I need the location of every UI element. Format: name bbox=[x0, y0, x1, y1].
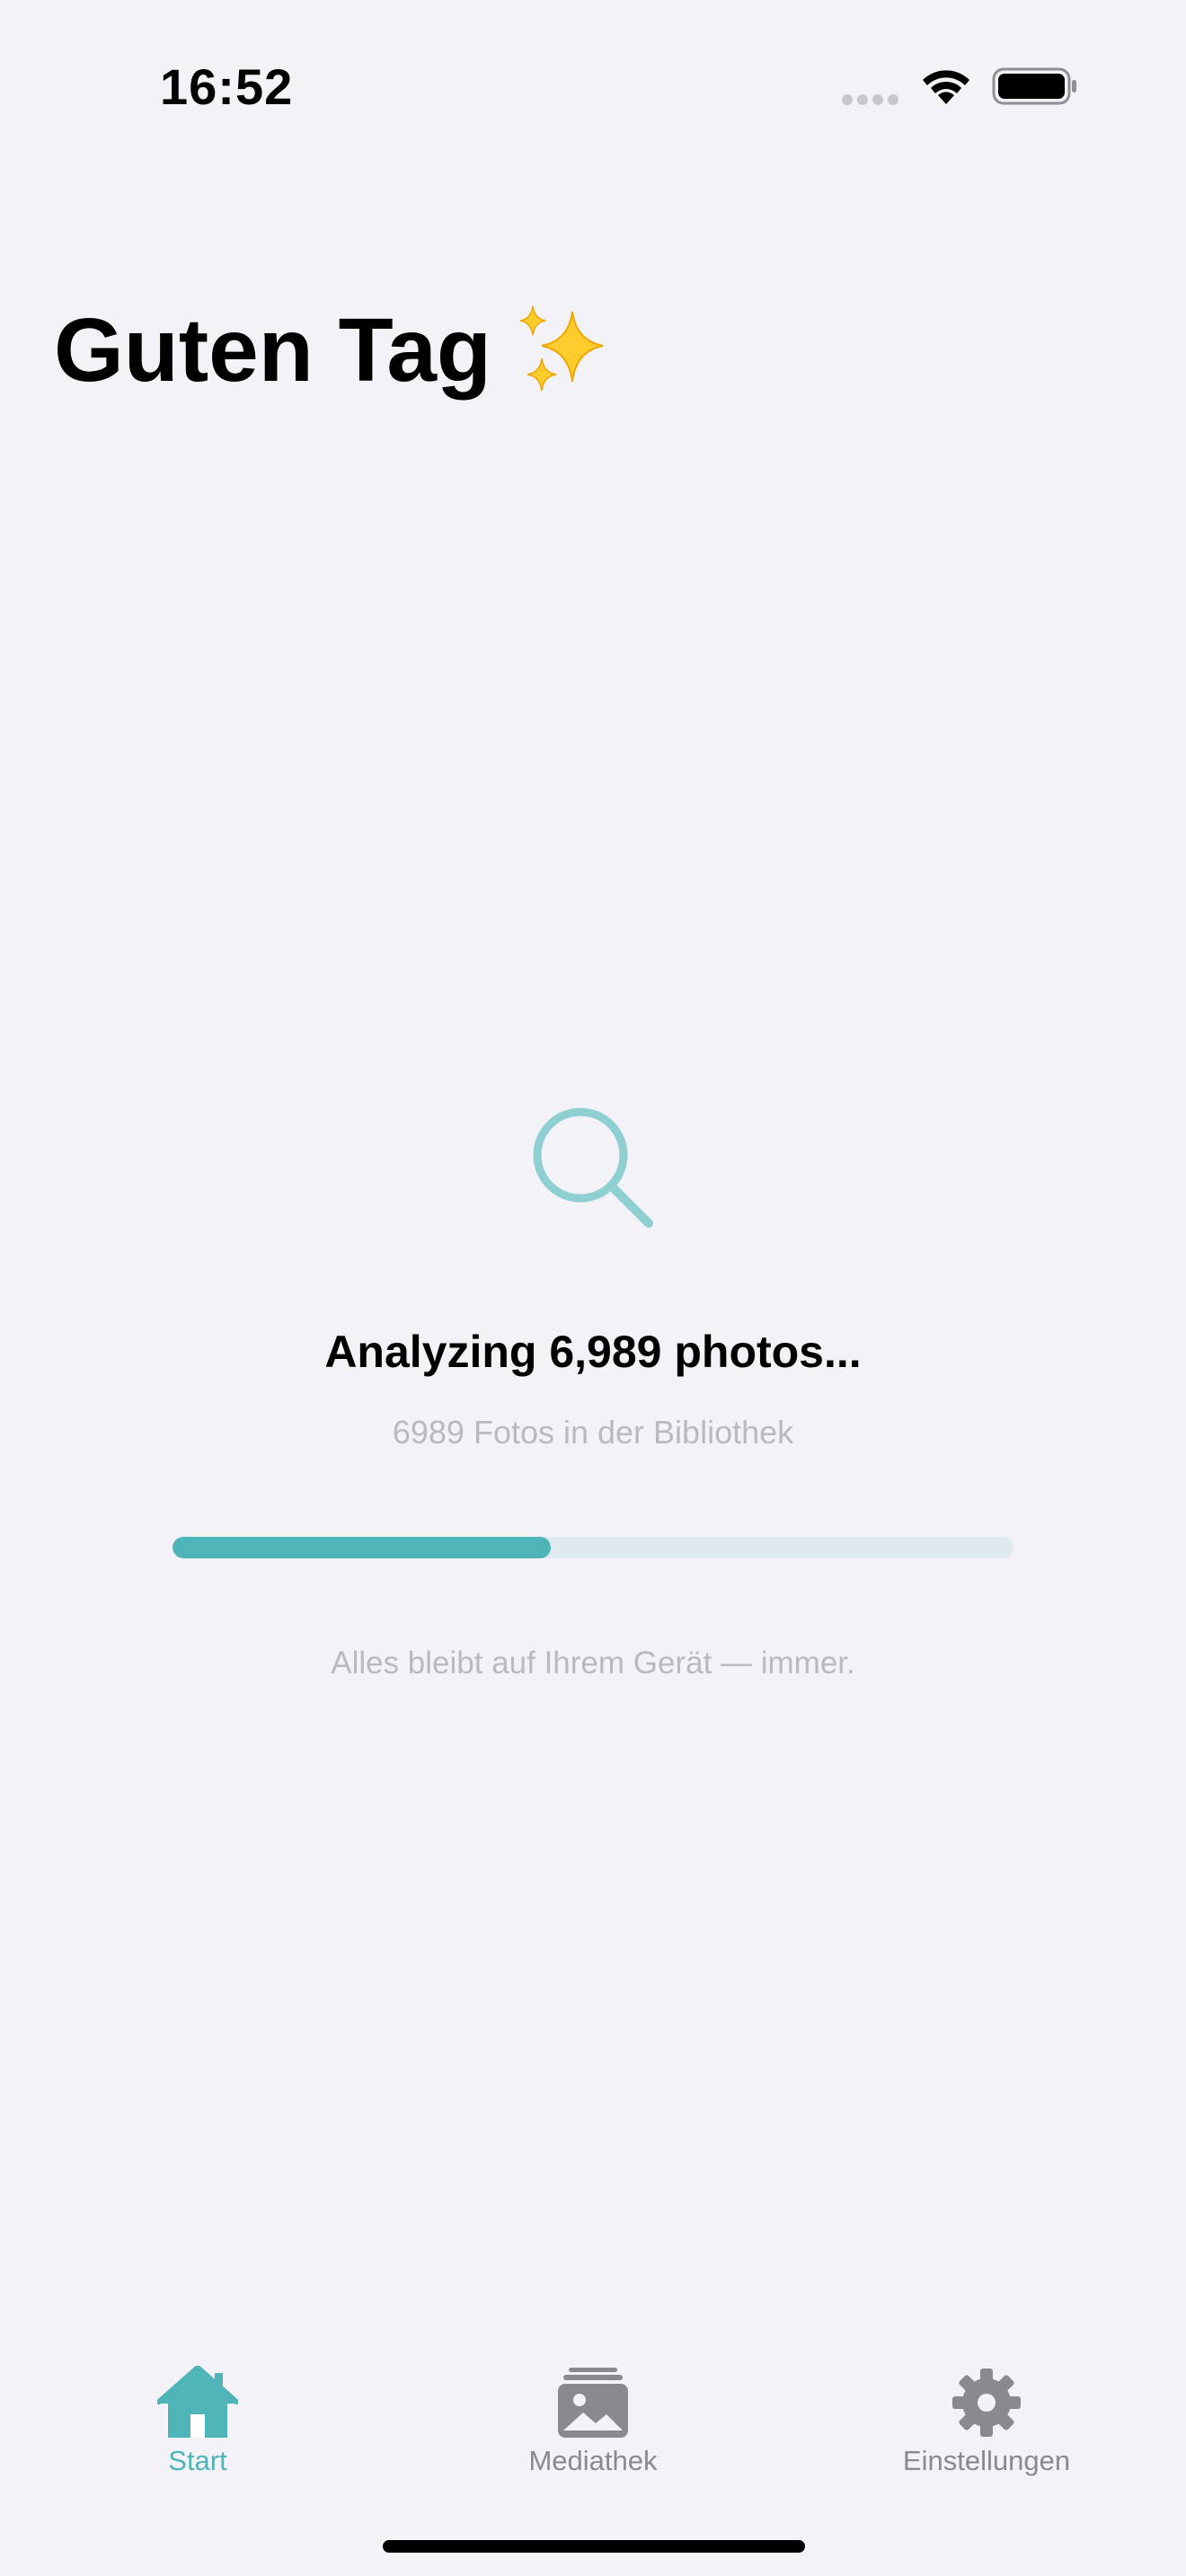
tab-mediathek-label: Mediathek bbox=[528, 2445, 658, 2476]
tab-einstellungen-label: Einstellungen bbox=[902, 2445, 1071, 2476]
gear-icon bbox=[952, 2369, 1021, 2437]
wifi-icon bbox=[923, 70, 969, 104]
tab-mediathek[interactable]: Mediathek bbox=[458, 2353, 728, 2488]
page-title-text: Guten Tag bbox=[54, 300, 492, 401]
tab-start-label: Start bbox=[168, 2445, 227, 2476]
analysis-title: Analyzing 6,989 photos... bbox=[324, 1327, 862, 1377]
privacy-note: Alles bleibt auf Ihrem Gerät — immer. bbox=[331, 1645, 855, 1681]
page-title: Guten Tag bbox=[54, 296, 612, 404]
tab-einstellungen[interactable]: Einstellungen bbox=[852, 2353, 1121, 2488]
analysis-progress-bar bbox=[173, 1537, 1013, 1558]
analysis-subtitle: 6989 Fotos in der Bibliothek bbox=[392, 1414, 794, 1451]
analysis-progress-fill bbox=[173, 1537, 552, 1558]
home-indicator bbox=[383, 2540, 805, 2553]
home-icon bbox=[157, 2366, 238, 2438]
status-time: 16:52 bbox=[160, 58, 294, 115]
sparkles-icon bbox=[519, 305, 604, 392]
tab-start[interactable]: Start bbox=[63, 2353, 332, 2488]
signal-dots-icon bbox=[842, 94, 898, 105]
battery-icon bbox=[992, 67, 1076, 105]
status-bar: 16:52 bbox=[0, 0, 1186, 171]
magnifier-icon bbox=[533, 1107, 653, 1228]
photo-library-icon bbox=[558, 2368, 628, 2438]
